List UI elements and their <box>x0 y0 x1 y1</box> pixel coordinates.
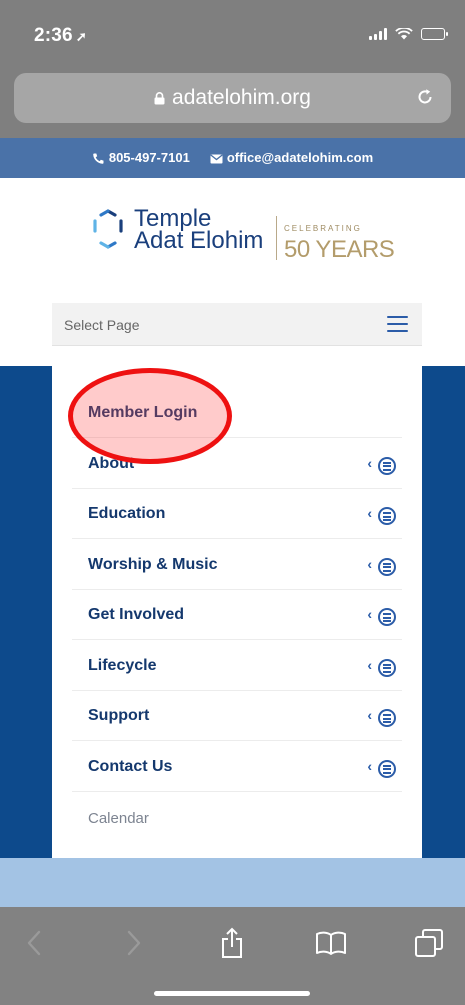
site-logo[interactable]: Temple Adat Elohim CELEBRATING 50 YEARS <box>88 205 398 275</box>
location-arrow-icon: ➚ <box>75 29 87 44</box>
expand-submenu-icon[interactable] <box>378 557 396 576</box>
browser-toolbar <box>0 907 465 1005</box>
expand-submenu-icon[interactable] <box>378 658 396 677</box>
status-time: 2:36 ➚ <box>34 25 87 47</box>
expand-submenu-icon[interactable] <box>378 456 396 475</box>
menu-item-support[interactable]: Support ‹ <box>72 691 402 741</box>
menu-item-label[interactable]: Calendar <box>88 810 149 827</box>
share-icon[interactable] <box>214 925 250 961</box>
menu-item-member-login[interactable]: Member Login <box>72 366 402 438</box>
chevron-left-icon: ‹ <box>367 555 372 572</box>
mail-icon <box>210 152 223 164</box>
chevron-left-icon: ‹ <box>367 656 372 673</box>
contact-bar: 805-497-7101 office@adatelohim.com <box>0 138 465 178</box>
logo-divider <box>276 216 277 260</box>
signal-icon <box>369 28 387 40</box>
menu-item-label[interactable]: Member Login <box>88 404 197 422</box>
menu-item-about[interactable]: About ‹ <box>72 438 402 489</box>
menu-list: Member Login About ‹ Education ‹ Worship… <box>72 366 402 842</box>
chevron-left-icon: ‹ <box>367 505 372 521</box>
bookmarks-icon[interactable] <box>313 925 349 961</box>
phone-link[interactable]: 805-497-7101 <box>92 150 190 165</box>
back-icon[interactable] <box>16 925 52 961</box>
status-icons <box>369 28 448 40</box>
logo-celebrating: CELEBRATING <box>284 224 362 233</box>
logo-years: 50 YEARS <box>284 236 395 263</box>
tabs-icon[interactable] <box>411 925 447 961</box>
home-indicator[interactable] <box>154 991 310 996</box>
menu-item-label[interactable]: Get Involved <box>88 606 184 624</box>
phone-icon <box>92 152 104 164</box>
email-link[interactable]: office@adatelohim.com <box>210 150 373 165</box>
chevron-left-icon: ‹ <box>367 757 372 774</box>
menu-item-label[interactable]: Worship & Music <box>88 556 218 574</box>
wifi-icon <box>395 28 413 40</box>
menu-item-calendar[interactable]: Calendar <box>72 792 402 843</box>
menu-item-worship-music[interactable]: Worship & Music ‹ <box>72 539 402 590</box>
mobile-menu: Member Login About ‹ Education ‹ Worship… <box>52 366 422 858</box>
menu-item-label[interactable]: About <box>88 455 134 473</box>
logo-line2: Adat Elohim <box>134 227 264 254</box>
menu-item-label[interactable]: Education <box>88 505 165 523</box>
menu-item-label[interactable]: Contact Us <box>88 758 172 776</box>
clock-text: 2:36 <box>34 25 73 46</box>
chevron-left-icon: ‹ <box>367 707 372 723</box>
logo-mark-icon <box>93 209 123 249</box>
menu-item-lifecycle[interactable]: Lifecycle ‹ <box>72 640 402 691</box>
chevron-left-icon: ‹ <box>367 606 372 622</box>
menu-item-label[interactable]: Lifecycle <box>88 657 156 675</box>
expand-submenu-icon[interactable] <box>378 709 396 727</box>
forward-icon[interactable] <box>116 925 152 961</box>
footer-strip <box>0 858 465 907</box>
logo-name: Temple Adat Elohim <box>134 207 264 254</box>
menu-item-contact-us[interactable]: Contact Us ‹ <box>72 741 402 792</box>
expand-submenu-icon[interactable] <box>378 608 396 626</box>
expand-submenu-icon[interactable] <box>378 507 396 525</box>
menu-item-label[interactable]: Support <box>88 707 149 725</box>
expand-submenu-icon[interactable] <box>378 759 396 778</box>
battery-icon <box>421 28 448 40</box>
site-header: Temple Adat Elohim CELEBRATING 50 YEARS … <box>0 178 465 366</box>
menu-item-education[interactable]: Education ‹ <box>72 489 402 539</box>
select-page-label: Select Page <box>64 317 140 333</box>
address-bar[interactable]: adatelohim.org <box>14 73 451 123</box>
phone-number: 805-497-7101 <box>108 150 190 165</box>
url-display[interactable]: adatelohim.org <box>14 86 451 110</box>
menu-item-get-involved[interactable]: Get Involved ‹ <box>72 590 402 640</box>
url-text: adatelohim.org <box>172 86 311 109</box>
email-address: office@adatelohim.com <box>226 150 374 165</box>
reload-icon[interactable] <box>415 87 435 107</box>
lock-icon <box>154 92 165 105</box>
hamburger-icon[interactable] <box>387 316 408 332</box>
select-page-dropdown[interactable]: Select Page <box>52 303 422 346</box>
chevron-left-icon: ‹ <box>367 454 372 471</box>
status-bar: 2:36 ➚ <box>0 0 465 66</box>
browser-chrome: 2:36 ➚ adatelohim.org <box>0 0 465 138</box>
